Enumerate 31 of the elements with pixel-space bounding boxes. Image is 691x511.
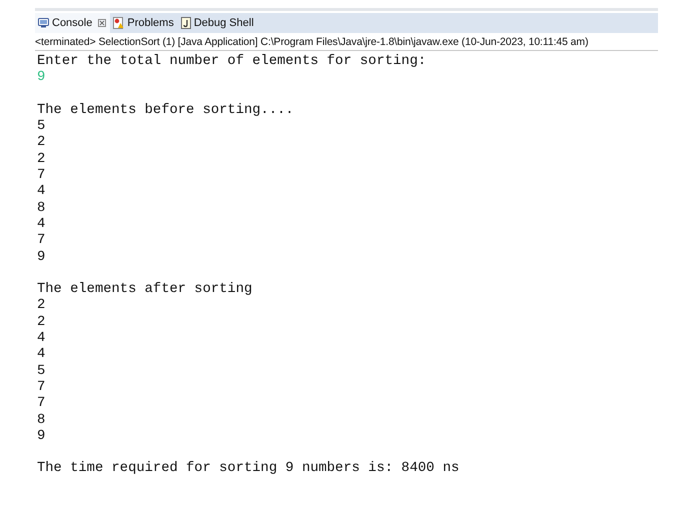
output-text: 5 bbox=[37, 119, 46, 136]
view-tab[interactable]: Console bbox=[35, 13, 110, 33]
output-text: Enter the total number of elements for sorting: bbox=[37, 54, 426, 70]
output-text: 5 bbox=[37, 364, 46, 380]
problems-icon bbox=[113, 17, 124, 29]
process-status: <terminated> SelectionSort (1) [Java Application] C:\Program Files\Java\jre-1.8\bin\javaw.exe (10-Jun-2023, 10:11:45 am) bbox=[35, 33, 658, 51]
output-text: 8 bbox=[37, 200, 46, 217]
output-text: 2 bbox=[37, 298, 46, 315]
output-text: 7 bbox=[37, 168, 46, 184]
output-text: 4 bbox=[37, 216, 46, 234]
output-text: 4 bbox=[37, 184, 46, 201]
view-tab[interactable]: Debug Shell bbox=[178, 13, 258, 33]
view-tab[interactable]: Problems bbox=[110, 13, 178, 33]
output-text: 4 bbox=[37, 331, 46, 348]
input-text: 9 bbox=[37, 70, 46, 87]
output-text: 7 bbox=[37, 396, 46, 413]
java-shell-icon bbox=[180, 17, 191, 29]
close-icon[interactable] bbox=[98, 19, 106, 27]
output-text: 4 bbox=[37, 347, 46, 364]
output-text: 7 bbox=[37, 380, 46, 396]
output-text: 2 bbox=[37, 314, 46, 332]
output-text: The elements after sorting bbox=[37, 282, 252, 298]
output-text: 9 bbox=[37, 250, 46, 266]
output-text: The time required for sorting 9 numbers is: 8400 ns bbox=[37, 461, 460, 478]
output-text: 2 bbox=[37, 135, 46, 152]
output-text: The elements before sorting.... bbox=[37, 102, 294, 120]
output-text: 9 bbox=[37, 428, 46, 446]
console-icon bbox=[38, 18, 49, 28]
output-text: 2 bbox=[37, 152, 46, 168]
output-text: 8 bbox=[37, 412, 46, 429]
output-text: 7 bbox=[37, 233, 46, 250]
